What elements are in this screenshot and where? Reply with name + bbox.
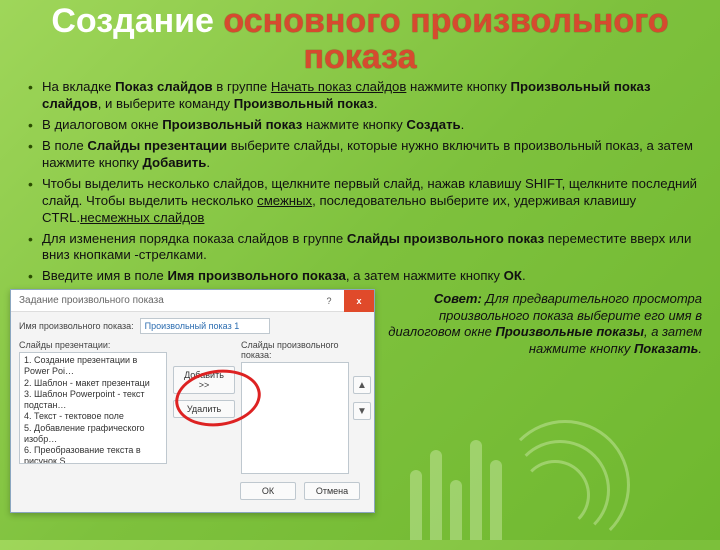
list-item[interactable]: 6. Преобразование текста в рисунок S… <box>24 445 162 464</box>
tip-text: Совет: Для предварительного просмотра пр… <box>385 289 702 358</box>
instruction-item: В поле Слайды презентации выберите слайд… <box>28 138 702 172</box>
move-up-button[interactable]: ▲ <box>353 376 371 394</box>
name-label: Имя произвольного показа: <box>19 321 134 331</box>
right-list-label: Слайды произвольного показа: <box>241 340 349 360</box>
page-title: Создание основного произвольного показа <box>0 0 720 75</box>
instruction-item: Введите имя в поле Имя произвольного пок… <box>28 268 702 285</box>
help-button[interactable]: ? <box>314 290 344 312</box>
instruction-item: В диалоговом окне Произвольный показ наж… <box>28 117 702 134</box>
cancel-button[interactable]: Отмена <box>304 482 360 500</box>
instruction-item: На вкладке Показ слайдов в группе Начать… <box>28 79 702 113</box>
list-item[interactable]: 5. Добавление графического изобр… <box>24 423 162 446</box>
ok-button[interactable]: ОК <box>240 482 296 500</box>
show-name-input[interactable] <box>140 318 270 334</box>
add-button[interactable]: Добавить >> <box>173 366 235 394</box>
instruction-item: Чтобы выделить несколько слайдов, щелкни… <box>28 176 702 227</box>
custom-show-slides-list[interactable] <box>241 362 349 474</box>
list-item[interactable]: 4. Текст - тектовое поле <box>24 411 162 422</box>
list-item[interactable]: 1. Создание презентации в Power Poi… <box>24 355 162 378</box>
instructions-block: На вкладке Показ слайдов в группе Начать… <box>0 75 720 285</box>
close-button[interactable]: x <box>344 290 374 312</box>
instruction-item: Для изменения порядка показа слайдов в г… <box>28 231 702 265</box>
dialog-title: Задание произвольного показа <box>11 295 314 306</box>
presentation-slides-list[interactable]: 1. Создание презентации в Power Poi…2. Ш… <box>19 352 167 464</box>
remove-button[interactable]: Удалить <box>173 400 235 418</box>
left-list-label: Слайды презентации: <box>19 340 167 350</box>
custom-show-dialog: Задание произвольного показа ? x Имя про… <box>10 289 375 513</box>
list-item[interactable]: 2. Шаблон - макет презентаци <box>24 378 162 389</box>
list-item[interactable]: 3. Шаблон Powerpoint - текст подстан… <box>24 389 162 412</box>
move-down-button[interactable]: ▼ <box>353 402 371 420</box>
